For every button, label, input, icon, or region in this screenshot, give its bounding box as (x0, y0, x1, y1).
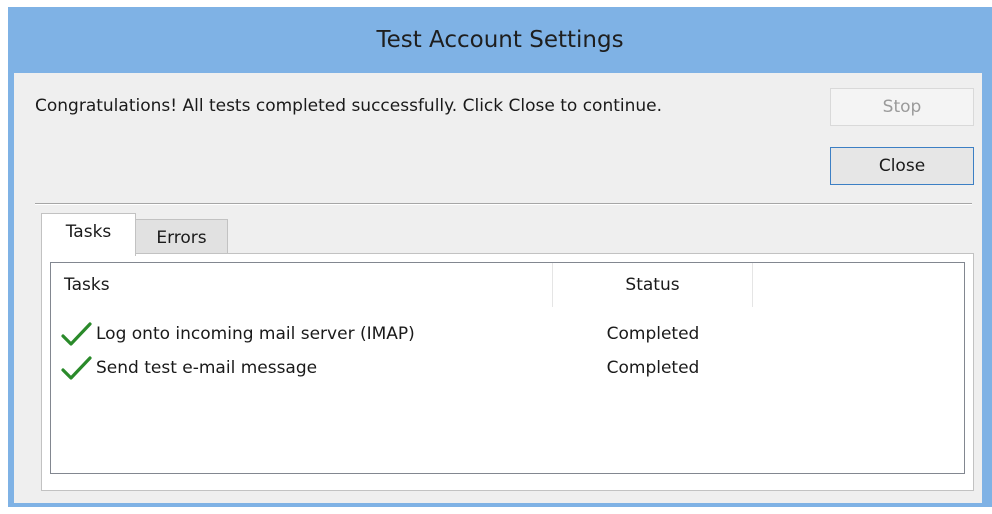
divider (35, 203, 972, 205)
task-status: Completed (606, 324, 700, 344)
dialog-body: Congratulations! All tests completed suc… (14, 73, 982, 503)
task-status: Completed (606, 358, 700, 378)
tasks-list[interactable]: Tasks Status Log onto incoming mail serv… (50, 262, 965, 474)
tab-errors[interactable]: Errors (136, 219, 228, 253)
column-header-status-label: Status (625, 275, 680, 295)
column-header-tasks-label: Tasks (64, 275, 110, 295)
tab-tasks[interactable]: Tasks (41, 213, 136, 256)
stop-button[interactable]: Stop (830, 88, 974, 126)
task-name: Send test e-mail message (96, 358, 318, 378)
column-header-tasks[interactable]: Tasks (51, 263, 553, 307)
window-title: Test Account Settings (376, 27, 624, 53)
column-header-status[interactable]: Status (553, 263, 753, 307)
status-message: Congratulations! All tests completed suc… (35, 96, 663, 116)
table-row[interactable]: Send test e-mail message Completed (51, 353, 964, 383)
tab-tasks-label: Tasks (65, 222, 112, 242)
close-button[interactable]: Close (830, 147, 974, 185)
checkmark-icon (61, 356, 92, 380)
checkmark-icon (61, 322, 92, 346)
tab-errors-label: Errors (156, 227, 207, 248)
task-name: Log onto incoming mail server (IMAP) (96, 324, 415, 344)
title-bar[interactable]: Test Account Settings (8, 7, 992, 73)
tasks-tab-panel: Tasks Status Log onto incoming mail serv… (41, 253, 974, 491)
column-header-filler (753, 263, 964, 307)
table-row[interactable]: Log onto incoming mail server (IMAP) Com… (51, 319, 964, 349)
dialog-window: Test Account Settings Congratulations! A… (8, 7, 992, 507)
